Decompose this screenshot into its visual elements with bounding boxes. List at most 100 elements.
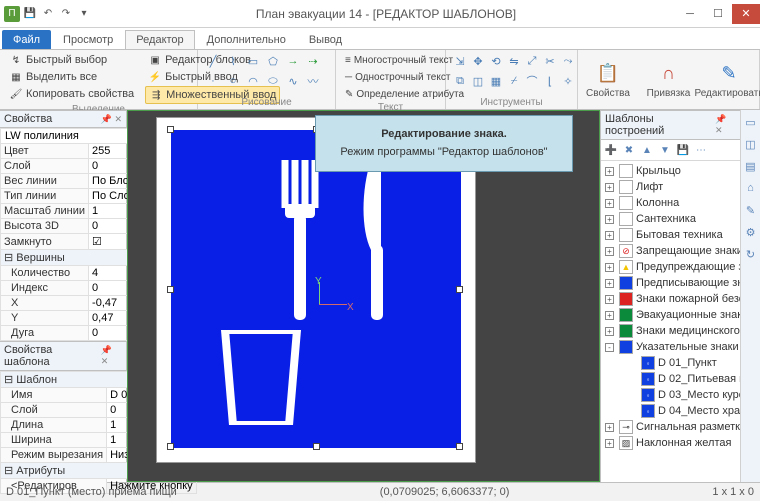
align-icon[interactable]: ⇲ <box>452 52 468 70</box>
array-icon[interactable]: ▦ <box>488 72 504 90</box>
move-icon[interactable]: ✥ <box>470 52 486 70</box>
multi-icon: ⇶ <box>149 88 163 102</box>
edit-button[interactable]: ✎Редактировать <box>701 58 757 101</box>
copy-icon[interactable]: ⧉ <box>452 72 468 90</box>
vtool-4-icon[interactable]: ⌂ <box>743 180 759 196</box>
arc-icon[interactable]: ◠ <box>244 72 262 90</box>
vtool-5-icon[interactable]: ✎ <box>743 202 759 218</box>
polyline-icon[interactable]: ⌇ <box>224 52 242 70</box>
vtool-3-icon[interactable]: ▤ <box>743 158 759 174</box>
bolt-icon: ⚡ <box>148 70 162 84</box>
minimize-button[interactable]: ─ <box>676 4 704 24</box>
vtool-1-icon[interactable]: ▭ <box>743 114 759 130</box>
tree-save-icon[interactable]: 💾 <box>675 142 691 158</box>
line-icon[interactable]: ╱ <box>204 52 222 70</box>
tree-item[interactable]: +Знаки медицинского назначения <box>601 323 740 339</box>
tree-item[interactable]: -Указательные знаки <box>601 339 740 355</box>
handle-se[interactable] <box>456 443 463 450</box>
bind-button[interactable]: ∩Привязка <box>641 58 697 101</box>
poly-icon[interactable]: ⬠ <box>264 52 282 70</box>
mirror-icon[interactable]: ⇋ <box>506 52 522 70</box>
pin-icon[interactable]: 📌 ✕ <box>101 114 122 125</box>
singleline-text-button[interactable]: ─Однострочный текст <box>342 69 439 85</box>
ellipse-icon[interactable]: ⬭ <box>264 72 282 90</box>
tree-new-icon[interactable]: ➕ <box>603 142 619 158</box>
prop-group[interactable]: ⊟ Вершины <box>1 250 143 266</box>
break-icon[interactable]: ⌿ <box>506 72 522 90</box>
select-all-button[interactable]: ▦Выделить все <box>6 69 137 85</box>
tree-more-icon[interactable]: ⋯ <box>693 142 709 158</box>
quick-select-button[interactable]: ↯Быстрый выбор <box>6 52 137 68</box>
tab-output[interactable]: Вывод <box>298 30 353 49</box>
explode-icon[interactable]: ✧ <box>560 72 576 90</box>
multiline-text-button[interactable]: ≡Многострочный текст <box>342 52 439 68</box>
object-type-select[interactable]: LW полилиния <box>1 129 142 143</box>
prop-label: Длина <box>1 418 107 433</box>
tree-item[interactable]: +Лифт <box>601 179 740 195</box>
block-icon: ▣ <box>148 53 162 67</box>
save-icon[interactable]: 💾 <box>22 6 38 22</box>
tree-item[interactable]: +Сантехника <box>601 211 740 227</box>
close-button[interactable]: ✕ <box>732 4 760 24</box>
circle-icon[interactable]: ○ <box>224 72 242 90</box>
vtool-2-icon[interactable]: ◫ <box>743 136 759 152</box>
tab-editor[interactable]: Редактор <box>125 30 194 49</box>
trim-icon[interactable]: ✂ <box>542 52 558 70</box>
tree-item[interactable]: +Знаки пожарной безопасности <box>601 291 740 307</box>
tree-item[interactable]: +Крыльцо <box>601 163 740 179</box>
curve-icon[interactable]: 〰 <box>304 72 322 90</box>
tree-item-child[interactable]: ◦D 01_Пункт <box>601 355 740 371</box>
point-icon[interactable]: · <box>204 72 222 90</box>
handle-sw[interactable] <box>167 443 174 450</box>
tab-view[interactable]: Просмотр <box>52 30 124 49</box>
copy-props-button[interactable]: 🖌Копировать свойства <box>6 86 137 102</box>
maximize-button[interactable]: ☐ <box>704 4 732 24</box>
tree-item-child[interactable]: ◦D 03_Место курения <box>601 387 740 403</box>
tab-file[interactable]: Файл <box>2 30 51 49</box>
tree-item[interactable]: +⊘Запрещающие знаки <box>601 243 740 259</box>
scale-icon[interactable]: ⤢ <box>524 52 540 70</box>
sign-rect[interactable]: Y X <box>171 130 461 448</box>
vtool-6-icon[interactable]: ⚙ <box>743 224 759 240</box>
qat-drop-icon[interactable]: ▾ <box>76 6 92 22</box>
offset-icon[interactable]: ◫ <box>470 72 486 90</box>
handle-w[interactable] <box>167 286 174 293</box>
tree-item[interactable]: +▨Наклонная желтая <box>601 435 740 451</box>
tree-del-icon[interactable]: ✖ <box>621 142 637 158</box>
tree-item[interactable]: +Бытовая техника <box>601 227 740 243</box>
join-icon[interactable]: ⌒ <box>524 72 540 90</box>
vtool-7-icon[interactable]: ↻ <box>743 246 759 262</box>
tab-extra[interactable]: Дополнительно <box>196 30 297 49</box>
tree-item[interactable]: +Предписывающие знаки <box>601 275 740 291</box>
arrow2-icon[interactable]: ⇢ <box>304 52 322 70</box>
tree-item[interactable]: +▲Предупреждающие знаки <box>601 259 740 275</box>
attr-def-button[interactable]: ✎Определение атрибута <box>342 86 439 102</box>
canvas-area[interactable]: Y X Редактирование знака. Режим программ… <box>127 110 600 482</box>
prop-label: Количество <box>1 266 89 281</box>
pin-icon[interactable]: 📌 ✕ <box>715 114 736 136</box>
extend-icon[interactable]: ⤳ <box>560 52 576 70</box>
arrow-icon[interactable]: → <box>284 52 302 70</box>
tree-item[interactable]: +⊸Сигнальная разметка <box>601 419 740 435</box>
cursor-icon: ↯ <box>9 53 23 67</box>
handle-e[interactable] <box>456 286 463 293</box>
tree-item[interactable]: +Колонна <box>601 195 740 211</box>
undo-icon[interactable]: ↶ <box>40 6 56 22</box>
group-tools-label: Инструменты <box>452 97 571 108</box>
rect-icon[interactable]: ▭ <box>244 52 262 70</box>
spline-icon[interactable]: ∿ <box>284 72 302 90</box>
props-button[interactable]: 📋Свойства <box>580 58 636 101</box>
handle-s[interactable] <box>313 443 320 450</box>
rotate-icon[interactable]: ⟲ <box>488 52 504 70</box>
redo-icon[interactable]: ↷ <box>58 6 74 22</box>
tree-up-icon[interactable]: ▲ <box>639 142 655 158</box>
text-sl-icon: ─ <box>345 70 352 84</box>
handle-nw[interactable] <box>167 126 174 133</box>
tree-item[interactable]: +Эвакуационные знаки <box>601 307 740 323</box>
fillet-icon[interactable]: ⌊ <box>542 72 558 90</box>
prop-label: Вес линии <box>1 174 89 189</box>
tree-item-child[interactable]: ◦D 02_Питьевая вода <box>601 371 740 387</box>
pin-icon[interactable]: 📌 ✕ <box>101 345 122 367</box>
tree-item-child[interactable]: ◦D 04_Место хранения <box>601 403 740 419</box>
tree-down-icon[interactable]: ▼ <box>657 142 673 158</box>
